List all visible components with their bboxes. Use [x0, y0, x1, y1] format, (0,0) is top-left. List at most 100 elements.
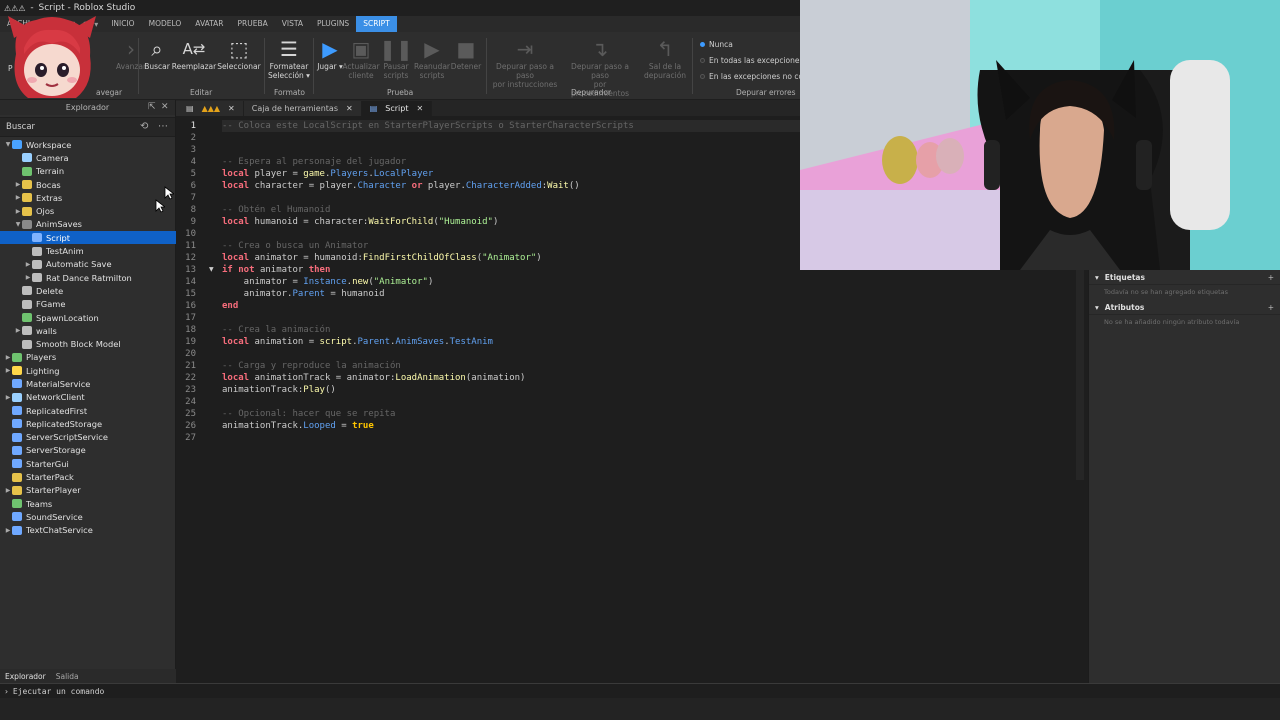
explorer-item-teams[interactable]: Teams	[0, 497, 176, 510]
pause-uncaught-option[interactable]: En las excepciones no cont	[700, 72, 811, 81]
chevron-right-icon[interactable]: ▶	[14, 327, 22, 334]
code-line[interactable]: animationTrack:Play()	[222, 384, 1082, 396]
explorer-item-serverstorage[interactable]: ServerStorage	[0, 444, 176, 457]
explorer-item-starterpack[interactable]: StarterPack	[0, 470, 176, 483]
explorer-search-input[interactable]: Buscar ⟲ ⋯	[0, 117, 175, 137]
replace-button[interactable]: A⇄ Reemplazar	[171, 36, 217, 71]
explorer-item-script[interactable]: Script	[0, 231, 176, 245]
radio-icon	[700, 58, 705, 63]
tab-explorer[interactable]: Explorador	[5, 672, 46, 681]
explorer-item-workspace[interactable]: ▼ Workspace	[0, 138, 176, 151]
explorer-item-networkclient[interactable]: ▶ NetworkClient	[0, 391, 176, 404]
explorer-item-label: Players	[26, 352, 57, 363]
tab-output[interactable]: Salida	[56, 672, 79, 681]
code-line[interactable]	[222, 348, 1082, 360]
explorer-item-ojos[interactable]: ▶ Ojos	[0, 204, 176, 217]
explorer-item-serverscriptservice[interactable]: ServerScriptService	[0, 431, 176, 444]
chevron-right-icon[interactable]: ▶	[4, 354, 12, 361]
explorer-item-automatic-save[interactable]: ▶ Automatic Save	[0, 258, 176, 271]
explorer-item-extras[interactable]: ▶ Extras	[0, 191, 176, 204]
explorer-item-textchatservice[interactable]: ▶ TextChatService	[0, 524, 176, 537]
tab-toolbox[interactable]: Caja de herramientas ✕	[243, 101, 362, 116]
menu-prueba[interactable]: PRUEBA	[231, 16, 275, 32]
menu-vista[interactable]: VISTA	[275, 16, 310, 32]
explorer-item-starterplayer[interactable]: ▶ StarterPlayer	[0, 484, 176, 497]
command-input[interactable]: Ejecutar un comando	[13, 687, 105, 696]
menu-modelo[interactable]: MODELO	[142, 16, 189, 32]
explorer-item-fgame[interactable]: FGame	[0, 298, 176, 311]
code-line[interactable]	[222, 432, 1082, 444]
chevron-down-icon[interactable]: ▼	[4, 141, 12, 148]
undock-icon[interactable]: ⇱	[148, 100, 156, 115]
chevron-right-icon[interactable]: ▶	[4, 527, 12, 534]
code-line[interactable]: local animationTrack = animator:LoadAnim…	[222, 372, 1082, 384]
command-bar[interactable]: › Ejecutar un comando	[0, 683, 1280, 698]
explorer-item-testanim[interactable]: TestAnim	[0, 244, 176, 257]
tags-section-header[interactable]: ▾ Etiquetas +	[1089, 270, 1280, 285]
explorer-item-delete[interactable]: Delete	[0, 284, 176, 297]
explorer-item-bocas[interactable]: ▶ Bocas	[0, 178, 176, 191]
chevron-right-icon[interactable]: ▶	[14, 194, 22, 201]
pause-never-option[interactable]: Nunca	[700, 40, 733, 49]
step-over-button[interactable]: ⇥ Depurar paso a paso por instrucciones	[490, 36, 560, 89]
explorer-tree: ▼ Workspace Camera Terrain ▶ Bocas ▶ Extras ▶ Ojo…	[0, 138, 176, 537]
pause-all-exceptions-option[interactable]: En todas las excepciones	[700, 56, 803, 65]
explorer-item-replicatedstorage[interactable]: ReplicatedStorage	[0, 417, 176, 430]
add-attribute-icon[interactable]: +	[1268, 303, 1274, 312]
code-line[interactable]: -- Carga y reproduce la animación	[222, 360, 1082, 372]
close-tab-icon[interactable]: ✕	[416, 104, 423, 113]
explorer-item-smooth-block-model[interactable]: Smooth Block Model	[0, 337, 176, 350]
explorer-item-startergui[interactable]: StarterGui	[0, 457, 176, 470]
explorer-item-animsaves[interactable]: ▼ AnimSaves	[0, 218, 176, 231]
menu-plugins[interactable]: PLUGINS	[310, 16, 356, 32]
step-out-button[interactable]: ↰ Sal de la depuración	[642, 36, 688, 80]
instance-icon	[12, 392, 22, 402]
explorer-item-materialservice[interactable]: MaterialService	[0, 377, 176, 390]
close-tab-icon[interactable]: ✕	[346, 104, 353, 113]
code-line[interactable]: animator = Instance.new("Animator")	[222, 276, 1082, 288]
explorer-item-rat-dance-ratmilton[interactable]: ▶ Rat Dance Ratmilton	[0, 271, 176, 284]
close-tab-icon[interactable]: ✕	[228, 104, 235, 113]
tab-warnings[interactable]: ▤ ▲▲▲ ✕	[176, 101, 244, 116]
explorer-item-lighting[interactable]: ▶ Lighting	[0, 364, 176, 377]
chevron-right-icon[interactable]: ▶	[14, 208, 22, 215]
code-line[interactable]: animator.Parent = humanoid	[222, 288, 1082, 300]
explorer-item-label: Lighting	[26, 365, 60, 376]
explorer-item-soundservice[interactable]: SoundService	[0, 510, 176, 523]
chevron-right-icon[interactable]: ▶	[4, 394, 12, 401]
chevron-down-icon[interactable]: ▼	[14, 221, 22, 228]
close-icon[interactable]: ✕	[161, 100, 169, 115]
history-icon[interactable]: ⟲	[140, 118, 148, 136]
format-selection-button[interactable]: ☰ Formatear Selección ▾	[266, 36, 312, 80]
explorer-item-walls[interactable]: ▶ walls	[0, 324, 176, 337]
code-line[interactable]	[222, 396, 1082, 408]
select-button[interactable]: ⬚ Seleccionar	[216, 36, 262, 71]
code-line[interactable]: end	[222, 300, 1082, 312]
attributes-section-header[interactable]: ▾ Atributos +	[1089, 300, 1280, 315]
chevron-right-icon[interactable]: ▶	[24, 274, 32, 281]
code-line[interactable]: animationTrack.Looped = true	[222, 420, 1082, 432]
explorer-title: Explorador	[65, 103, 110, 112]
tab-script[interactable]: ▤ Script ✕	[361, 101, 433, 116]
menu-bar: ARCHI ↷ ▶ ■ ↶ ▾ INICIOMODELOAVATARPRUEBA…	[0, 16, 800, 32]
chevron-right-icon[interactable]: ▶	[14, 181, 22, 188]
explorer-item-players[interactable]: ▶ Players	[0, 351, 176, 364]
code-line[interactable]: local animation = script.Parent.AnimSave…	[222, 336, 1082, 348]
explorer-item-camera[interactable]: Camera	[0, 151, 176, 164]
more-options-icon[interactable]: ⋯	[158, 118, 168, 136]
code-line[interactable]	[222, 312, 1082, 324]
menu-avatar[interactable]: AVATAR	[188, 16, 230, 32]
stop-button[interactable]: ■ Detener	[443, 36, 489, 71]
chevron-right-icon[interactable]: ▶	[24, 261, 32, 268]
chevron-right-icon[interactable]: ▶	[4, 367, 12, 374]
code-line[interactable]: -- Opcional: hacer que se repita	[222, 408, 1082, 420]
add-tag-icon[interactable]: +	[1268, 273, 1274, 282]
explorer-item-replicatedfirst[interactable]: ReplicatedFirst	[0, 404, 176, 417]
explorer-item-spawnlocation[interactable]: SpawnLocation	[0, 311, 176, 324]
menu-inicio[interactable]: INICIO	[104, 16, 141, 32]
fold-toggle-icon[interactable]: ▼	[209, 266, 214, 273]
chevron-right-icon[interactable]: ▶	[4, 487, 12, 494]
code-line[interactable]: -- Crea la animación	[222, 324, 1082, 336]
menu-script[interactable]: SCRIPT	[356, 16, 397, 32]
explorer-item-terrain[interactable]: Terrain	[0, 165, 176, 178]
